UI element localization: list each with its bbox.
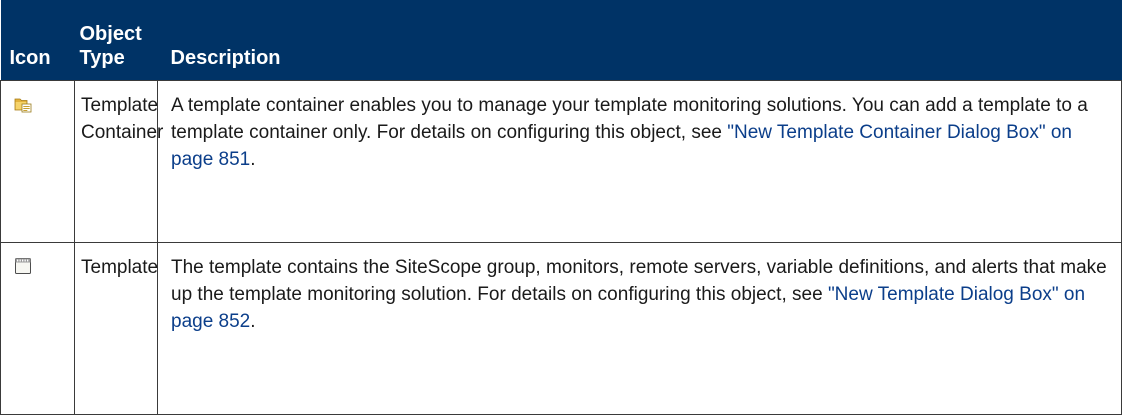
header-description: Description [157,0,1122,80]
object-type-line1: Template [81,94,159,116]
template-container-folder-icon [14,94,32,112]
object-type-line1: Template [81,256,159,278]
table-body: Template Container A template container e… [0,79,1122,415]
description-cell: A template container enables you to mana… [157,79,1122,243]
header-object-type: Object Type [74,0,158,80]
icon-cell [0,241,75,415]
object-type-line2: Container [81,121,164,143]
object-types-table: Icon Object Type Description Template Co… [0,0,1122,415]
description-tail: . [250,148,256,170]
table-header: Icon Object Type Description [0,0,1122,80]
description-tail: . [250,310,256,332]
template-document-icon-graphic [15,257,31,274]
object-type-cell: Template Container [74,79,163,243]
header-object-type-line1: Object [79,22,142,45]
table-row: Template The template contains the SiteS… [0,241,1122,415]
icon-cell [0,79,75,243]
template-container-folder-icon-graphic [14,98,32,112]
table-row: Template Container A template container e… [0,79,1122,243]
description-cell: The template contains the SiteScope grou… [157,241,1122,415]
header-row: Icon Object Type Description [0,0,1122,80]
template-document-icon [14,256,32,274]
object-type-cell: Template [74,241,159,415]
header-icon: Icon [0,0,75,80]
header-object-type-line2: Type [79,46,125,69]
